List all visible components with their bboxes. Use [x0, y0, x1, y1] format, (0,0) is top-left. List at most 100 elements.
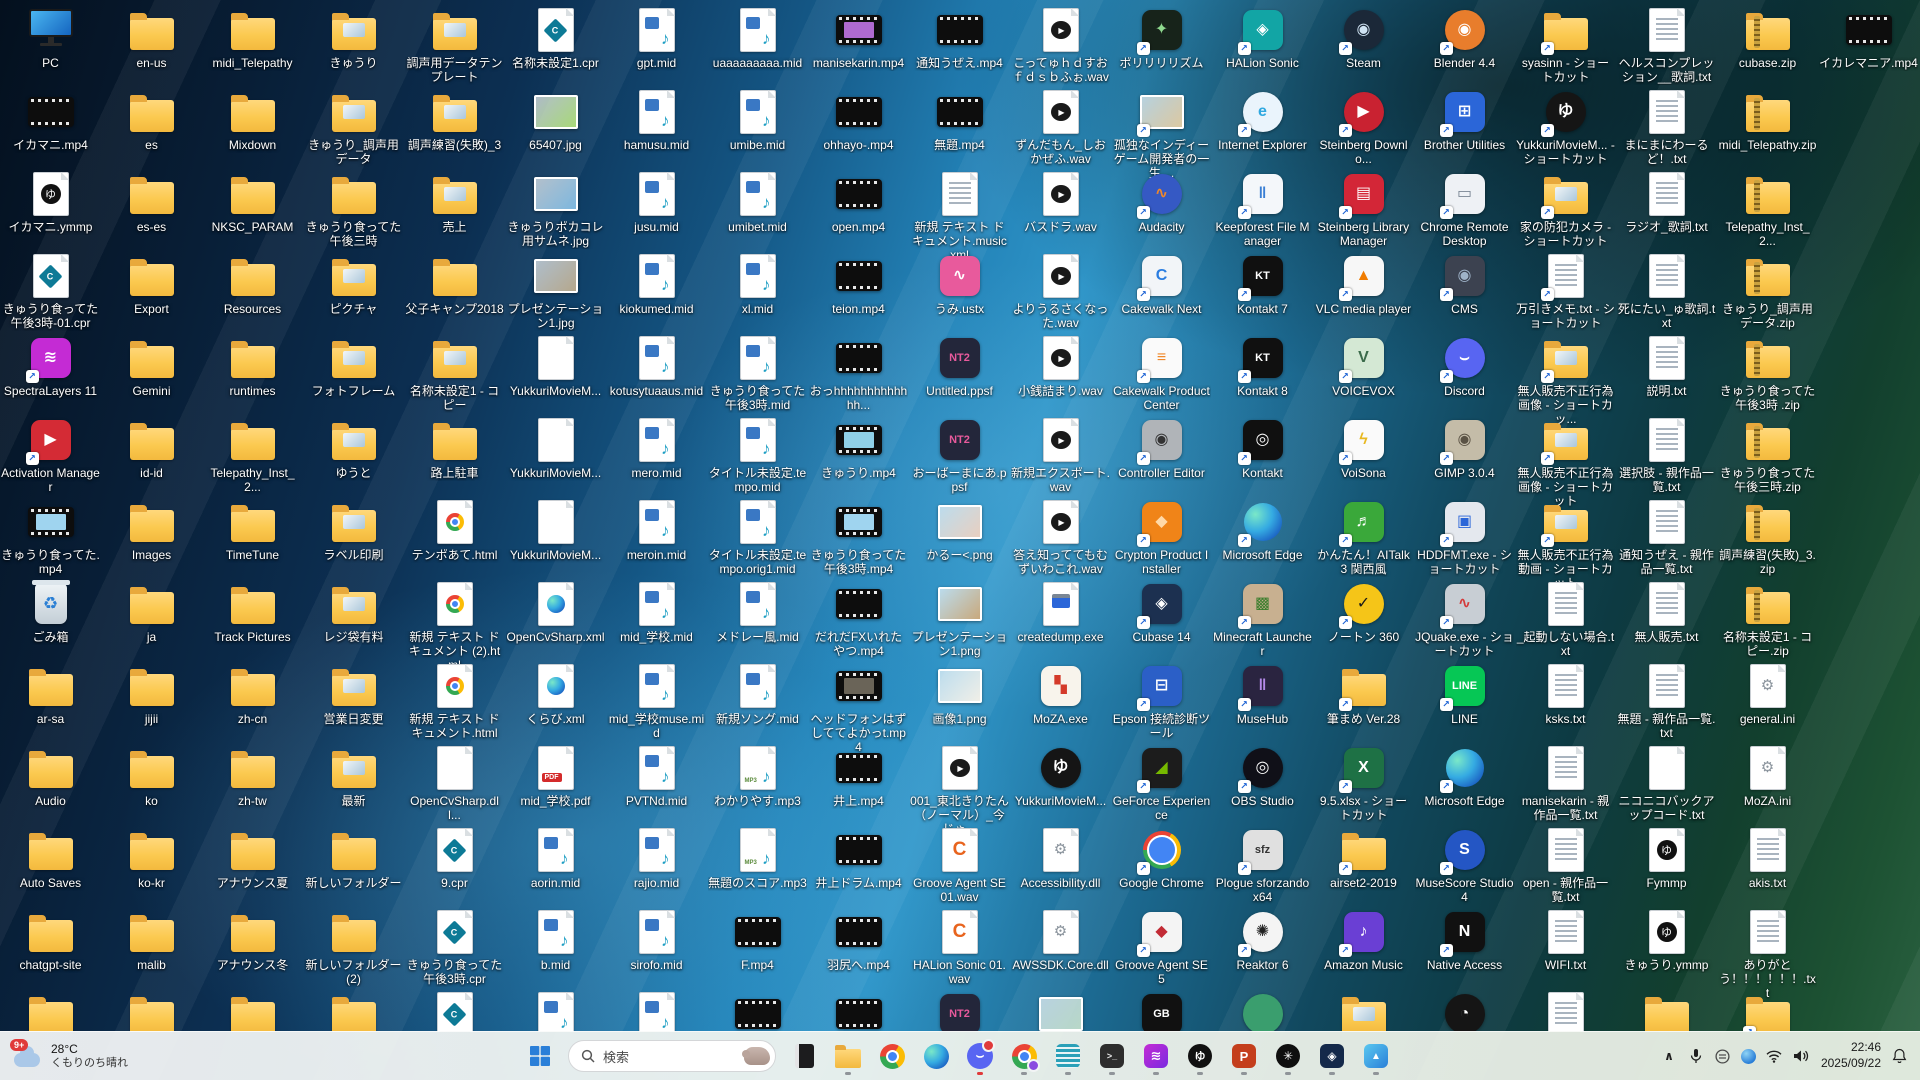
desktop-icon[interactable]: ≋ ↗ SpectraLayers 11 [1, 334, 100, 399]
desktop-icon[interactable]: 新規 テキスト ドキュメント.html [405, 662, 504, 741]
desktop-icon[interactable]: ⊞ ↗ Brother Utilities [1415, 88, 1514, 153]
desktop-icon[interactable]: ♻ ごみ箱 [1, 580, 100, 645]
desktop-icon[interactable]: きゅうり [304, 6, 403, 71]
desktop-icon[interactable]: Export [102, 252, 201, 317]
desktop-icon[interactable]: YukkuriMovieM... [506, 334, 605, 399]
desktop-icon[interactable]: ◢ ↗ GeForce Experience [1112, 744, 1211, 823]
desktop-icon[interactable]: 羽尻へ.mp4 [809, 908, 908, 973]
desktop-icon[interactable]: ∿ ↗ Audacity [1112, 170, 1211, 235]
desktop-icon[interactable]: open - 親作品一覧.txt [1516, 826, 1615, 905]
desktop-icon[interactable]: 通知うぜえ - 親作品一覧.txt [1617, 498, 1716, 577]
desktop-icon[interactable]: アナウンス夏 [203, 826, 302, 891]
desktop-icon[interactable]: C 9.cpr [405, 826, 504, 891]
desktop-icon[interactable]: 通知うぜえ.mp4 [910, 6, 1009, 71]
desktop-icon[interactable]: おっhhhhhhhhhhhhh... [809, 334, 908, 413]
desktop-icon[interactable]: ◉ ↗ GIMP 3.0.4 [1415, 416, 1514, 481]
desktop-icon[interactable]: ラジオ_歌詞.txt [1617, 170, 1716, 235]
desktop-icon[interactable]: 名称未設定1 - コピー [405, 334, 504, 413]
desktop-icon[interactable]: ∿ うみ.ustx [910, 252, 1009, 317]
desktop-icon[interactable]: ♪ PVTNd.mid [607, 744, 706, 809]
desktop-icon[interactable]: ♪ sirofo.mid [607, 908, 706, 973]
desktop-icon[interactable]: createdump.exe [1011, 580, 1110, 645]
desktop-icon[interactable]: 説明.txt [1617, 334, 1716, 399]
desktop-icon[interactable]: Telepathy_Inst_2... [1718, 170, 1817, 249]
desktop-icon[interactable]: C [405, 990, 504, 1032]
desktop-icon[interactable]: 新規 テキスト ドキュメント (2).html [405, 580, 504, 673]
pinned-cubase-icon[interactable]: ◈ [1312, 1036, 1352, 1076]
desktop-icon[interactable]: ♪ jusu.mid [607, 170, 706, 235]
desktop-icon[interactable]: zh-tw [203, 744, 302, 809]
desktop-icon[interactable]: ♪ aorin.mid [506, 826, 605, 891]
desktop-icon[interactable]: C きゅうり食ってた午後3時.cpr [405, 908, 504, 987]
desktop-icon[interactable]: ↗ Microsoft Edge [1213, 498, 1312, 563]
desktop-icon[interactable]: ↗ [1718, 990, 1817, 1032]
pinned-terminal-icon[interactable]: >_ [1092, 1036, 1132, 1076]
desktop-icon[interactable]: 路上駐車 [405, 416, 504, 481]
desktop-icon[interactable]: cubase.zip [1718, 6, 1817, 71]
desktop-icon[interactable]: NKSC_PARAM [203, 170, 302, 235]
desktop-icon[interactable]: es [102, 88, 201, 153]
desktop-icon[interactable]: ◔ [1415, 990, 1514, 1032]
desktop-icon[interactable]: id-id [102, 416, 201, 481]
desktop-icon[interactable]: ▶001_東北きりたん（ノーマル）_今じゃ... [910, 744, 1009, 837]
desktop-icon[interactable]: きゅうり食ってた午後3時.mp4 [809, 498, 908, 577]
desktop-icon[interactable]: 名称未設定1 - コピー.zip [1718, 580, 1817, 659]
desktop-icon[interactable]: ♪ [506, 990, 605, 1032]
desktop-icon[interactable] [1213, 990, 1312, 1032]
desktop-icon[interactable]: 売上 [405, 170, 504, 235]
pinned-edge-icon[interactable] [916, 1036, 956, 1076]
desktop-icon[interactable]: きゅうり食ってた午後三時 [304, 170, 403, 249]
desktop-icon[interactable]: WIFI.txt [1516, 908, 1615, 973]
desktop-icon[interactable]: ゆきゅうり.ymmp [1617, 908, 1716, 973]
desktop-icon[interactable]: manisekarin - 親作品一覧.txt [1516, 744, 1615, 823]
pinned-chatgpt-icon[interactable]: ✳ [1268, 1036, 1308, 1076]
desktop-icon[interactable]: ▶ ↗ Activation Manager [1, 416, 100, 495]
desktop-icon[interactable]: 画像1.png [910, 662, 1009, 727]
desktop-icon[interactable]: ♪ タイトル未設定.tempo.orig1.mid [708, 498, 807, 577]
search-input[interactable]: 検索 [568, 1040, 776, 1072]
desktop-icon[interactable]: イカマニ.mp4 [1, 88, 100, 153]
desktop-icon[interactable]: ↗ syasinn - ショートカット [1516, 6, 1615, 85]
desktop-icon[interactable]: ♪ meroin.mid [607, 498, 706, 563]
search-highlight-rhino-image[interactable] [742, 1047, 770, 1065]
desktop-icon[interactable]: ▶ よりうるさくなった.wav [1011, 252, 1110, 331]
desktop-icon[interactable]: ⚙ AWSSDK.Core.dll [1011, 908, 1110, 973]
desktop-icon[interactable]: KT ↗ Kontakt 7 [1213, 252, 1312, 317]
desktop-icon[interactable]: ‖ ↗ Keepforest File Manager [1213, 170, 1312, 249]
desktop-icon[interactable]: ◎ ↗ OBS Studio [1213, 744, 1312, 809]
pinned-phone-link-icon[interactable] [784, 1036, 824, 1076]
desktop-icon[interactable]: ♪ hamusu.mid [607, 88, 706, 153]
desktop-icon[interactable]: C ↗ Cakewalk Next [1112, 252, 1211, 317]
desktop-icon[interactable]: Mixdown [203, 88, 302, 153]
desktop-icon[interactable]: きゅうりポカコレ用サムネ.jpg [506, 170, 605, 249]
desktop-icon[interactable]: ♪ gpt.mid [607, 6, 706, 71]
pinned-spectralayers-icon[interactable]: ≋ [1136, 1036, 1176, 1076]
desktop-icon[interactable]: ♪ きゅうり食ってた午後3時.mid [708, 334, 807, 413]
desktop-icon[interactable] [809, 990, 908, 1032]
desktop-icon[interactable]: ↗ 万引きメモ.txt - ショートカット [1516, 252, 1615, 331]
desktop-icon[interactable]: ▶ ↗ Steinberg Downlo... [1314, 88, 1413, 167]
desktop-icon[interactable]: ar-sa [1, 662, 100, 727]
desktop-icon[interactable]: ↗ 無人販売不正行為画像 - ショートカッ... [1516, 334, 1615, 427]
desktop-icon[interactable]: ♪ mero.mid [607, 416, 706, 481]
desktop-icon[interactable]: PDF mid_学校.pdf [506, 744, 605, 809]
pinned-chrome-icon[interactable] [872, 1036, 912, 1076]
desktop-icon[interactable]: 営業日変更 [304, 662, 403, 727]
desktop-icon[interactable]: C HALion Sonic 01.wav [910, 908, 1009, 987]
desktop-icon[interactable]: 選択肢 - 親作品一覧.txt [1617, 416, 1716, 495]
desktop-icon[interactable]: ↗ 孤独なインディーゲーム開発者の一生 ... [1112, 88, 1211, 181]
desktop-icon[interactable]: e ↗ Internet Explorer [1213, 88, 1312, 153]
desktop-icon[interactable]: 調声練習(失敗)_3.zip [1718, 498, 1817, 577]
desktop-icon[interactable]: YukkuriMovieM... [506, 498, 605, 563]
desktop-icon[interactable]: midi_Telepathy.zip [1718, 88, 1817, 153]
desktop-icon[interactable]: Track Pictures [203, 580, 302, 645]
desktop-icon[interactable]: テンポあて.html [405, 498, 504, 563]
desktop-icon[interactable]: Gemini [102, 334, 201, 399]
desktop-icon[interactable]: イカレマニア.mp4 [1819, 6, 1918, 71]
desktop-icon[interactable]: KT ↗ Kontakt 8 [1213, 334, 1312, 399]
desktop-icon[interactable]: ↗ 家の防犯カメラ - ショートカット [1516, 170, 1615, 249]
desktop-icon[interactable]: ‖ ↗ MuseHub [1213, 662, 1312, 727]
desktop-icon[interactable] [1, 990, 100, 1032]
desktop-icon[interactable]: ▶ バスドラ.wav [1011, 170, 1110, 235]
desktop-icon[interactable]: ⚙ Accessibility.dll [1011, 826, 1110, 891]
